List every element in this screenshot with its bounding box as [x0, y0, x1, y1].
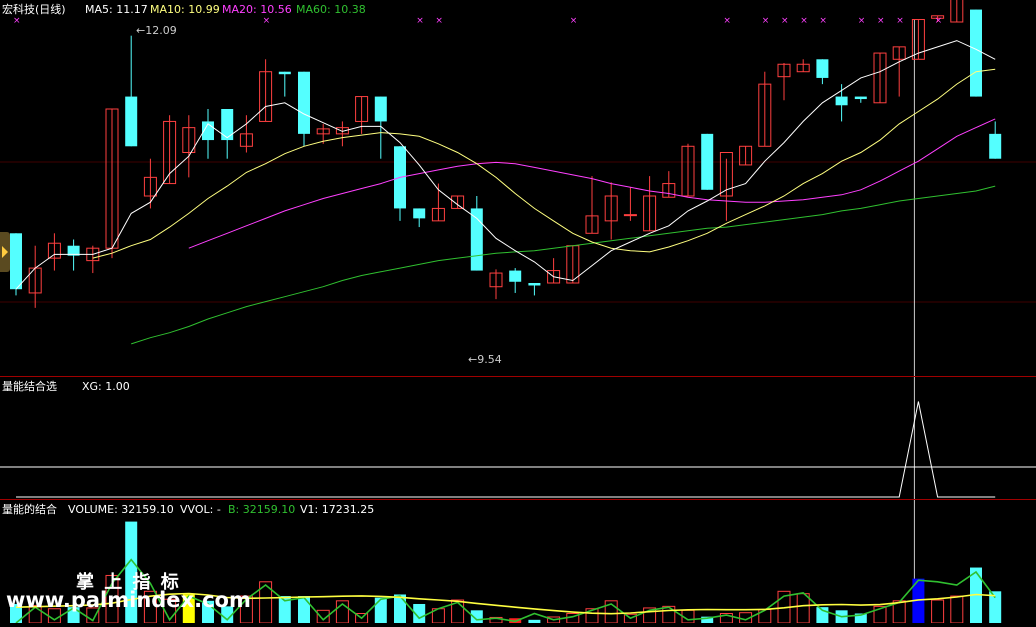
volume-label: VOLUME: 32159.10 — [68, 503, 174, 516]
volume-bar — [662, 605, 676, 624]
candle-down — [835, 96, 848, 106]
candle-down — [221, 109, 234, 141]
chart-svg: × × × × × × × × × × × × × × — [0, 0, 1036, 624]
ma60-label: MA60: 10.38 — [296, 3, 366, 16]
signal-x-mark: × — [877, 16, 885, 26]
volume-bar — [796, 593, 810, 624]
volume-bar — [931, 599, 945, 624]
candle-down — [970, 9, 982, 97]
candle-down — [10, 233, 22, 290]
candle-down — [125, 96, 138, 147]
candle-down — [413, 208, 426, 219]
candle-down — [509, 270, 522, 282]
xg-value-label: XG: 1.00 — [82, 380, 130, 393]
signal-x-mark: × — [263, 16, 271, 26]
arrow-left-icon: ← — [468, 353, 478, 366]
arrow-left-icon: ← — [136, 24, 146, 37]
v1-label: V1: 17231.25 — [300, 503, 375, 516]
signal-x-mark: × — [416, 16, 424, 26]
low-price-value: 9.54 — [477, 353, 502, 366]
signal-x-mark: × — [781, 16, 789, 26]
candle-down — [701, 133, 714, 190]
ma10-label: MA10: 10.99 — [150, 3, 220, 16]
b-label: B: 32159.10 — [228, 503, 296, 516]
ma5-label: MA5: 11.17 — [85, 3, 148, 16]
ma5-line — [15, 40, 996, 290]
ma60-line — [131, 185, 996, 345]
volume-bar — [374, 597, 387, 623]
signal-x-mark: × — [800, 16, 808, 26]
signal-x-mark: × — [570, 16, 578, 26]
signal-x-mark: × — [435, 16, 443, 26]
left-scroll-handle[interactable] — [0, 232, 10, 272]
high-price-annotation: ←12.09 — [136, 24, 177, 37]
signal-x-mark: × — [762, 16, 770, 26]
signal-x-mark: × — [723, 16, 731, 26]
signal-x-mark: × — [935, 16, 943, 26]
signal-x-mark: × — [819, 16, 827, 26]
candle-down — [854, 96, 867, 100]
volume-bar — [950, 595, 964, 624]
signal-x-mark: × — [13, 16, 21, 26]
watermark-url: www.palmindex.com — [6, 588, 251, 612]
candle-up — [623, 214, 637, 217]
candle-down — [528, 283, 541, 286]
signal-x-mark: × — [858, 16, 866, 26]
stock-title: 宏科技(日线) — [2, 3, 66, 16]
xg-panel-title: 量能结合选 — [2, 380, 57, 393]
candle-down — [374, 96, 387, 122]
candle-down — [278, 71, 291, 75]
signal-x-mark: × — [896, 16, 904, 26]
candle-down — [816, 59, 829, 78]
low-price-annotation: ←9.54 — [468, 353, 502, 366]
volume-bar — [298, 596, 310, 623]
high-price-value: 12.09 — [145, 24, 177, 37]
candle-down — [470, 208, 483, 271]
volume-panel-title: 量能的结合 — [2, 503, 57, 516]
vvol-label: VVOL: - — [180, 503, 221, 516]
panel-separator-2 — [0, 499, 1036, 500]
chevron-right-icon — [2, 246, 8, 258]
ma20-label: MA20: 10.56 — [222, 3, 292, 16]
volume-bar — [394, 594, 406, 623]
candle-down — [989, 133, 1002, 159]
chart-stage: × × × × × × × × × × × × × × 宏科技(日线) MA5: 11.17 MA10: … — [0, 0, 1036, 624]
candle-down — [298, 71, 310, 134]
panel-separator-1 — [0, 376, 1036, 377]
xg-line — [16, 401, 996, 498]
